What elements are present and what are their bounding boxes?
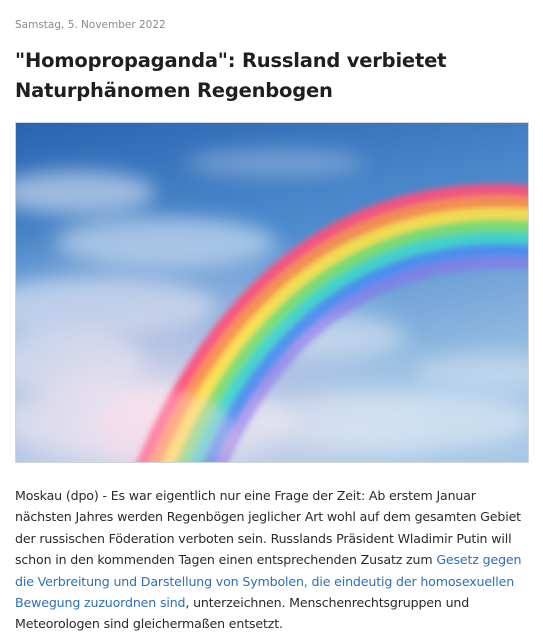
article-headline: "Homopropaganda": Russland verbietet Nat… (15, 49, 447, 102)
article-hero-image (15, 122, 529, 463)
rainbow-sky-illustration (16, 123, 528, 462)
article-date: Samstag, 5. November 2022 (15, 19, 166, 31)
article-body: Moskau (dpo) - Es war eigentlich nur ein… (15, 485, 535, 635)
